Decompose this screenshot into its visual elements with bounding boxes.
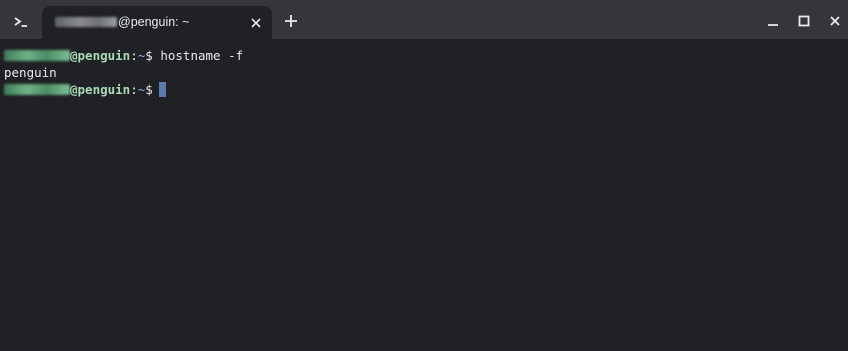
command-text: hostname -f: [160, 48, 244, 63]
maximize-icon[interactable]: [797, 13, 811, 27]
tab-title-suffix: @penguin: ~: [118, 15, 190, 29]
prompt-host: @penguin: [70, 82, 131, 97]
terminal-window: @penguin: ~ @penguin:~$ hostname -f peng…: [0, 0, 848, 351]
prompt-symbol: $: [145, 82, 153, 97]
redacted-username: [4, 50, 70, 61]
redacted-username: [55, 17, 117, 27]
prompt-symbol: $: [145, 48, 161, 63]
redacted-username: [4, 84, 70, 95]
plus-icon[interactable]: [284, 13, 298, 27]
prompt-separator: :: [130, 82, 138, 97]
text-cursor: [158, 82, 166, 97]
title-bar: @penguin: ~: [0, 0, 848, 39]
close-icon[interactable]: [249, 15, 263, 29]
window-close-icon[interactable]: [828, 13, 842, 27]
prompt-host: @penguin: [70, 48, 131, 63]
minimize-icon[interactable]: [766, 13, 780, 27]
terminal-line: @penguin:~$ hostname -f: [4, 47, 243, 64]
terminal-line: @penguin:~$: [4, 81, 166, 98]
tab-title: @penguin: ~: [54, 15, 189, 29]
terminal-output[interactable]: @penguin:~$ hostname -f penguin @penguin…: [0, 39, 848, 351]
command-output: penguin: [4, 65, 57, 80]
prompt-separator: :: [130, 48, 138, 63]
tab-terminal[interactable]: @penguin: ~: [42, 6, 272, 39]
terminal-line: penguin: [4, 64, 57, 81]
terminal-prompt-icon[interactable]: [8, 9, 34, 35]
